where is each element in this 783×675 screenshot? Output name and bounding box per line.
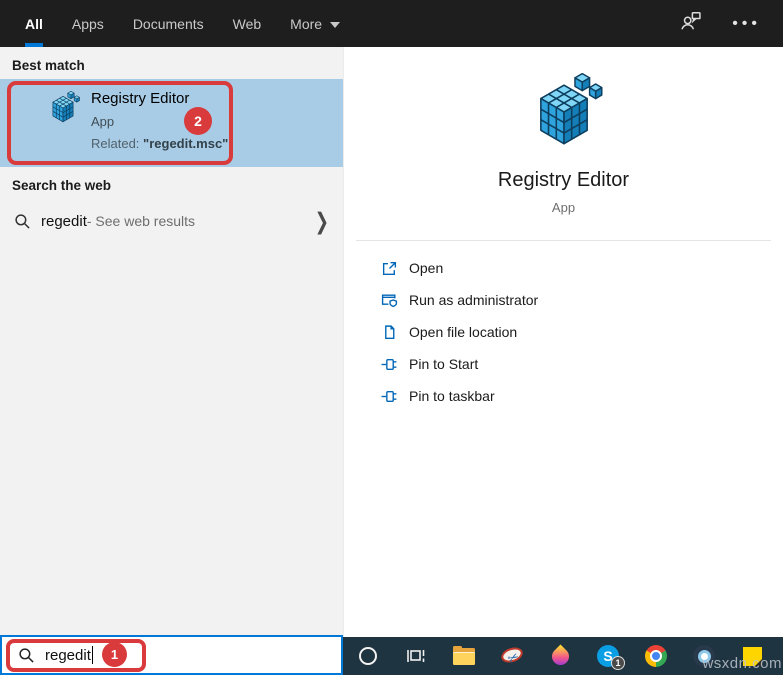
- action-pin-to-taskbar-label: Pin to taskbar: [409, 388, 495, 404]
- action-list: Open Run as administrator Open file loca…: [344, 252, 783, 412]
- watermark: wsxdn.com: [702, 655, 782, 672]
- skype-icon[interactable]: S 1: [597, 645, 625, 670]
- search-filter-bar: All Apps Documents Web More •••: [0, 0, 783, 47]
- paint3d-icon[interactable]: [547, 643, 573, 669]
- search-icon: [19, 647, 34, 663]
- cortana-icon[interactable]: [357, 645, 379, 667]
- related-value: "regedit.msc": [143, 136, 229, 151]
- action-pin-to-taskbar[interactable]: Pin to taskbar: [344, 380, 783, 412]
- open-file-location-icon: [385, 324, 395, 339]
- snipping-tool-icon[interactable]: ✂: [499, 644, 525, 667]
- result-detail-panel: Registry Editor App Open Run as administ…: [343, 47, 783, 637]
- action-open[interactable]: Open: [344, 252, 783, 284]
- result-title: Registry Editor: [91, 90, 190, 107]
- tab-more[interactable]: More: [290, 0, 341, 47]
- text-caret: [91, 646, 94, 664]
- web-search-result[interactable]: regedit - See web results ❯: [0, 199, 343, 243]
- chevron-down-icon: [330, 21, 341, 28]
- search-icon: [15, 213, 30, 229]
- web-query: regedit: [41, 212, 87, 230]
- action-pin-to-start[interactable]: Pin to Start: [344, 348, 783, 380]
- search-input-value: regedit: [45, 646, 91, 664]
- feedback-icon[interactable]: [680, 10, 702, 37]
- detail-subtitle: App: [551, 200, 576, 215]
- skype-badge: 1: [611, 656, 625, 670]
- chevron-right-icon[interactable]: ❯: [315, 210, 329, 233]
- tab-apps-label: Apps: [71, 15, 104, 32]
- tab-web-label: Web: [232, 15, 262, 32]
- tab-web[interactable]: Web: [233, 0, 262, 47]
- registry-editor-icon: [525, 73, 603, 151]
- action-open-file-location-label: Open file location: [409, 324, 518, 340]
- tab-all-label: All: [25, 15, 43, 32]
- file-explorer-icon[interactable]: [453, 645, 475, 667]
- pin-icon: [381, 390, 397, 402]
- registry-editor-icon: [46, 91, 80, 125]
- chrome-icon[interactable]: [645, 645, 667, 667]
- filter-tabs: All Apps Documents Web More: [0, 0, 783, 47]
- action-open-label: Open: [409, 260, 444, 276]
- best-match-result[interactable]: Registry Editor App Related: "regedit.ms…: [0, 79, 343, 167]
- annotation-badge-1: 1: [102, 642, 127, 667]
- action-open-file-location[interactable]: Open file location: [344, 316, 783, 348]
- tab-documents[interactable]: Documents: [133, 0, 204, 47]
- tab-documents-label: Documents: [132, 15, 204, 32]
- web-query-suffix: - See web results: [86, 213, 196, 229]
- search-results-panel: Best match Registry Editor App Related: …: [0, 47, 343, 635]
- search-input[interactable]: regedit 1: [0, 635, 343, 675]
- run-as-admin-icon: [381, 293, 398, 307]
- result-type: App: [91, 114, 115, 129]
- related-prefix: Related:: [91, 136, 144, 151]
- more-options-icon[interactable]: •••: [732, 15, 761, 33]
- web-section-label: Search the web: [12, 178, 112, 193]
- action-run-as-administrator-label: Run as administrator: [409, 292, 539, 308]
- open-icon: [382, 261, 397, 275]
- tab-more-label: More: [290, 15, 323, 32]
- detail-title: Registry Editor: [497, 169, 630, 191]
- taskbar: ✂ S 1 wsxdn.com: [343, 637, 783, 675]
- task-view-icon[interactable]: [405, 645, 427, 667]
- result-related: Related: "regedit.msc": [91, 136, 228, 152]
- action-run-as-administrator[interactable]: Run as administrator: [344, 284, 783, 316]
- action-pin-to-start-label: Pin to Start: [409, 356, 479, 372]
- best-match-section-label: Best match: [12, 58, 85, 73]
- tab-all[interactable]: All: [25, 0, 43, 47]
- divider: [356, 240, 771, 241]
- pin-icon: [381, 358, 397, 370]
- tab-apps[interactable]: Apps: [72, 0, 104, 47]
